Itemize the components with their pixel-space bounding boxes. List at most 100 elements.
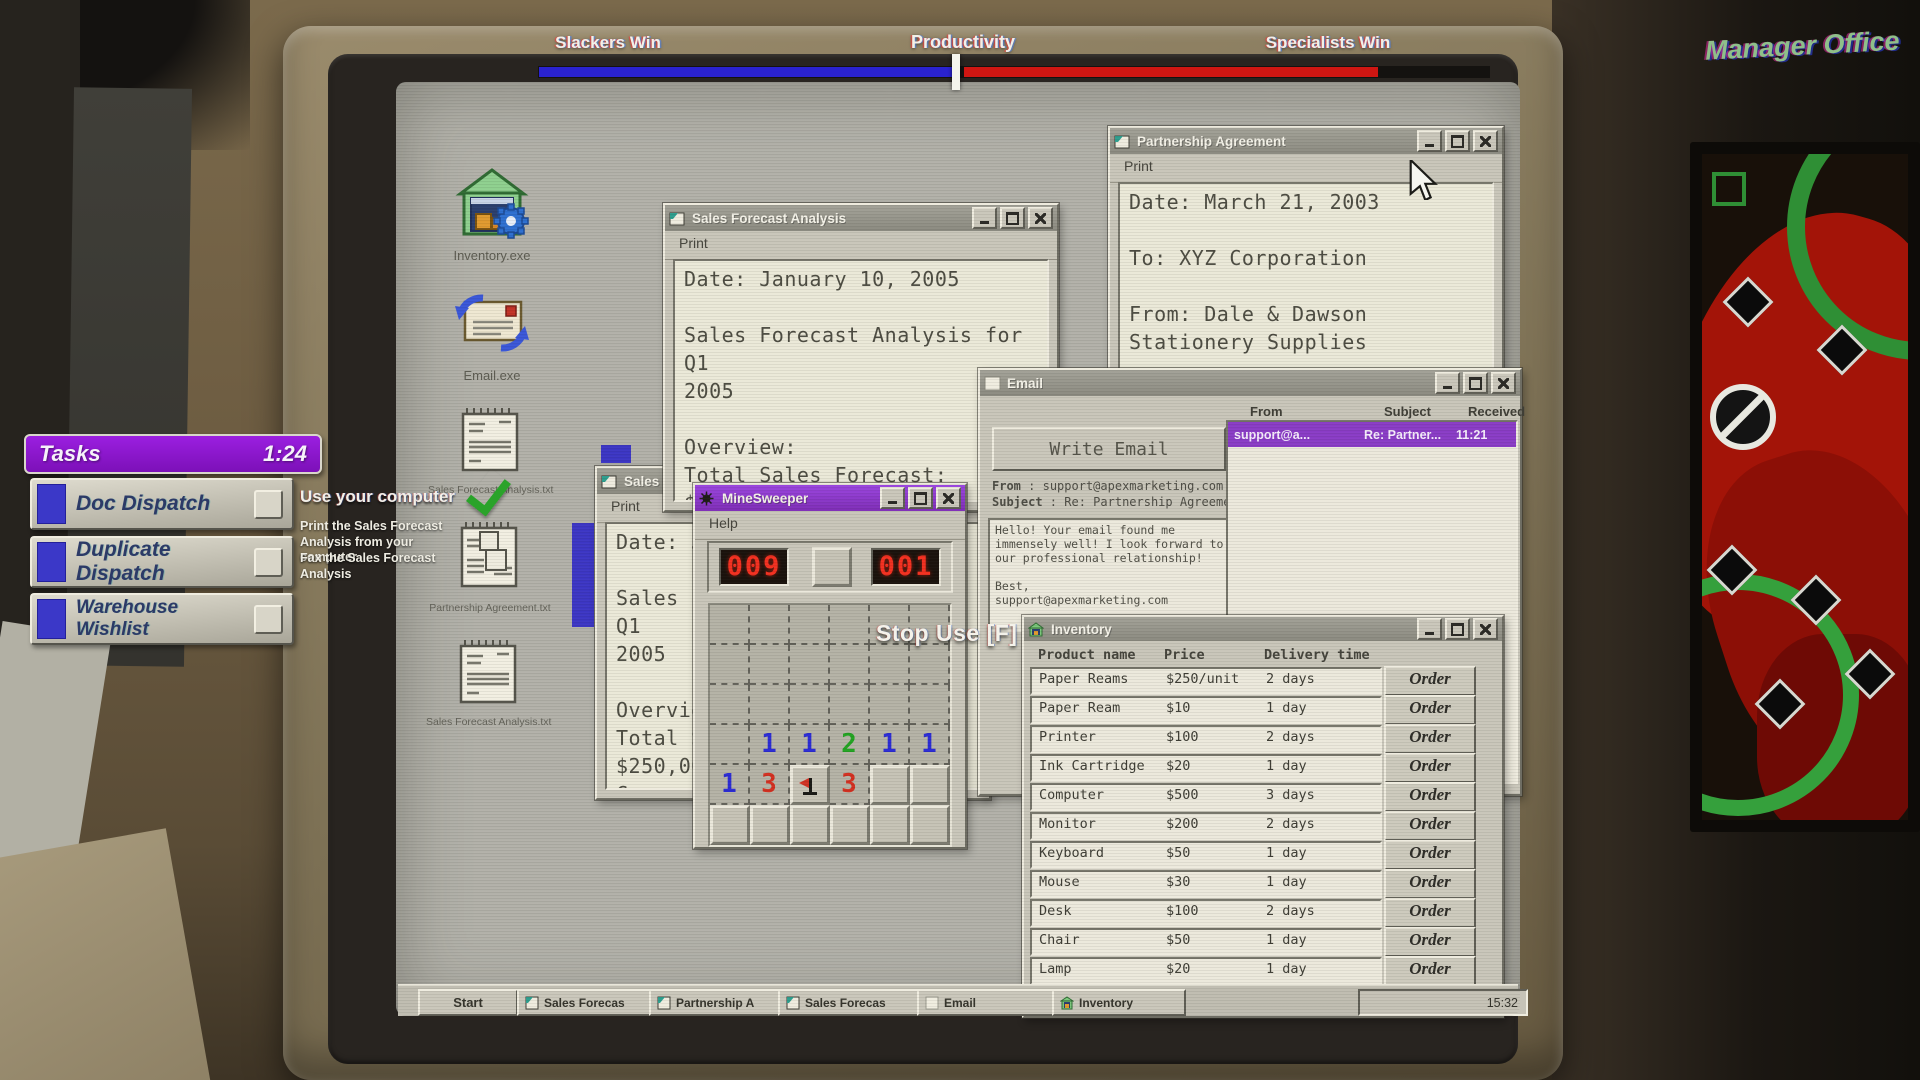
mine-cell[interactable] <box>910 765 950 805</box>
column-header-product: Product name <box>1038 647 1136 663</box>
desktop-icon-email-exe[interactable]: Email.exe <box>430 286 554 383</box>
mine-cell[interactable]: 1 <box>870 725 910 765</box>
mine-cell[interactable]: 2 <box>830 725 870 765</box>
task-checkbox[interactable] <box>254 490 283 519</box>
write-email-button[interactable]: Write Email <box>992 427 1226 471</box>
close-button[interactable] <box>936 487 961 509</box>
order-button[interactable]: Order <box>1384 695 1476 725</box>
menu-print[interactable]: Print <box>1122 158 1155 174</box>
mine-cell[interactable] <box>830 805 870 845</box>
mine-cell[interactable] <box>710 805 750 845</box>
titlebar[interactable]: Partnership Agreement <box>1110 128 1502 154</box>
mine-cell[interactable] <box>790 605 830 645</box>
mine-cell[interactable] <box>830 605 870 645</box>
mine-cell[interactable] <box>830 685 870 725</box>
mine-cell[interactable]: 1 <box>750 725 790 765</box>
inventory-row: Chair$501 day <box>1030 928 1382 956</box>
task-item-warehouse-wishlist[interactable]: Warehouse Wishlist <box>30 593 294 645</box>
minimize-button[interactable] <box>1417 618 1442 640</box>
mine-cell[interactable] <box>870 685 910 725</box>
task-checkbox[interactable] <box>254 605 283 634</box>
task-item-duplicate-dispatch[interactable]: Duplicate Dispatch <box>30 536 294 588</box>
order-button[interactable]: Order <box>1384 956 1476 986</box>
start-button[interactable]: Start <box>418 989 518 1016</box>
order-button[interactable]: Order <box>1384 811 1476 841</box>
window-inventory[interactable]: Inventory Product name Price Delivery ti… <box>1022 615 1504 1018</box>
product-delivery: 2 days <box>1266 901 1315 922</box>
mine-cell[interactable] <box>910 805 950 845</box>
maximize-button[interactable] <box>1000 207 1025 229</box>
product-delivery: 3 days <box>1266 785 1315 806</box>
task-item-doc-dispatch[interactable]: Doc Dispatch <box>30 478 294 530</box>
window-minesweeper[interactable]: MineSweeper Help 009 001 11211133 <box>693 483 967 849</box>
desktop-icon-sales-forecast2-txt[interactable]: Sales Forecast Analysis.txt <box>426 636 550 728</box>
order-button[interactable]: Order <box>1384 753 1476 783</box>
taskbar-item-sales-forecast[interactable]: Sales Forecas <box>517 989 658 1016</box>
order-button[interactable]: Order <box>1384 666 1476 696</box>
mine-cell[interactable] <box>750 685 790 725</box>
mine-cell[interactable]: 1 <box>790 725 830 765</box>
mine-cell[interactable] <box>870 645 910 685</box>
maximize-button[interactable] <box>1463 372 1488 394</box>
taskbar-item-label: Inventory <box>1079 996 1133 1010</box>
notepad-icon <box>657 996 671 1010</box>
titlebar[interactable]: MineSweeper <box>695 485 965 511</box>
menu-print[interactable]: Print <box>677 235 710 251</box>
task-label: Doc Dispatch <box>76 492 254 516</box>
order-button[interactable]: Order <box>1384 782 1476 812</box>
order-button[interactable]: Order <box>1384 898 1476 928</box>
minimize-button[interactable] <box>972 207 997 229</box>
mine-cell[interactable] <box>910 685 950 725</box>
close-button[interactable] <box>1473 130 1498 152</box>
titlebar[interactable]: Inventory <box>1024 617 1502 641</box>
minimize-button[interactable] <box>1435 372 1460 394</box>
maximize-button[interactable] <box>1445 618 1470 640</box>
taskbar-item-partnership[interactable]: Partnership A <box>649 989 787 1016</box>
mine-cell[interactable]: 3 <box>750 765 790 805</box>
smiley-button[interactable] <box>812 547 852 587</box>
titlebar[interactable]: Email <box>980 370 1520 396</box>
mine-cell[interactable] <box>750 605 790 645</box>
mine-cell[interactable] <box>750 645 790 685</box>
mine-cell[interactable] <box>870 765 910 805</box>
mine-cell[interactable]: 1 <box>710 765 750 805</box>
mine-cell[interactable]: 3 <box>830 765 870 805</box>
mine-cell[interactable] <box>790 805 830 845</box>
mine-cell-flagged[interactable] <box>790 765 830 805</box>
close-button[interactable] <box>1028 207 1053 229</box>
maximize-button[interactable] <box>1445 130 1470 152</box>
order-button[interactable]: Order <box>1384 724 1476 754</box>
mine-cell[interactable] <box>710 605 750 645</box>
close-button[interactable] <box>1473 618 1498 640</box>
taskbar-item-inventory[interactable]: Inventory <box>1052 989 1186 1016</box>
order-button[interactable]: Order <box>1384 840 1476 870</box>
mine-cell[interactable] <box>750 805 790 845</box>
desktop-icon-inventory-exe[interactable]: Inventory.exe <box>430 164 554 263</box>
mine-cell[interactable] <box>710 685 750 725</box>
task-color-chip <box>37 484 66 524</box>
mine-cell[interactable] <box>790 645 830 685</box>
minimize-button[interactable] <box>880 487 905 509</box>
mine-cell[interactable]: 1 <box>910 725 950 765</box>
order-button[interactable]: Order <box>1384 927 1476 957</box>
email-list-row-selected[interactable]: support@a... Re: Partner... 11:21 <box>1228 422 1516 447</box>
mine-cell[interactable] <box>910 645 950 685</box>
mine-cell[interactable] <box>710 725 750 765</box>
mine-cell[interactable] <box>710 645 750 685</box>
menu-help[interactable]: Help <box>707 515 740 531</box>
minimize-button[interactable] <box>1417 130 1442 152</box>
taskbar-item-email[interactable]: Email <box>917 989 1057 1016</box>
titlebar[interactable]: Sales Forecast Analysis <box>665 205 1057 231</box>
email-from-line: From : support@apexmarketing.com <box>992 478 1223 494</box>
painting-canvas <box>1702 154 1908 820</box>
order-button[interactable]: Order <box>1384 869 1476 899</box>
mine-cell[interactable] <box>790 685 830 725</box>
menu-print[interactable]: Print <box>609 498 642 514</box>
taskbar-item-sales-forecast-2[interactable]: Sales Forecas <box>778 989 922 1016</box>
product-name: Ink Cartridge <box>1039 756 1145 777</box>
maximize-button[interactable] <box>908 487 933 509</box>
mine-cell[interactable] <box>830 645 870 685</box>
close-button[interactable] <box>1491 372 1516 394</box>
mine-cell[interactable] <box>870 805 910 845</box>
task-checkbox[interactable] <box>254 548 283 577</box>
